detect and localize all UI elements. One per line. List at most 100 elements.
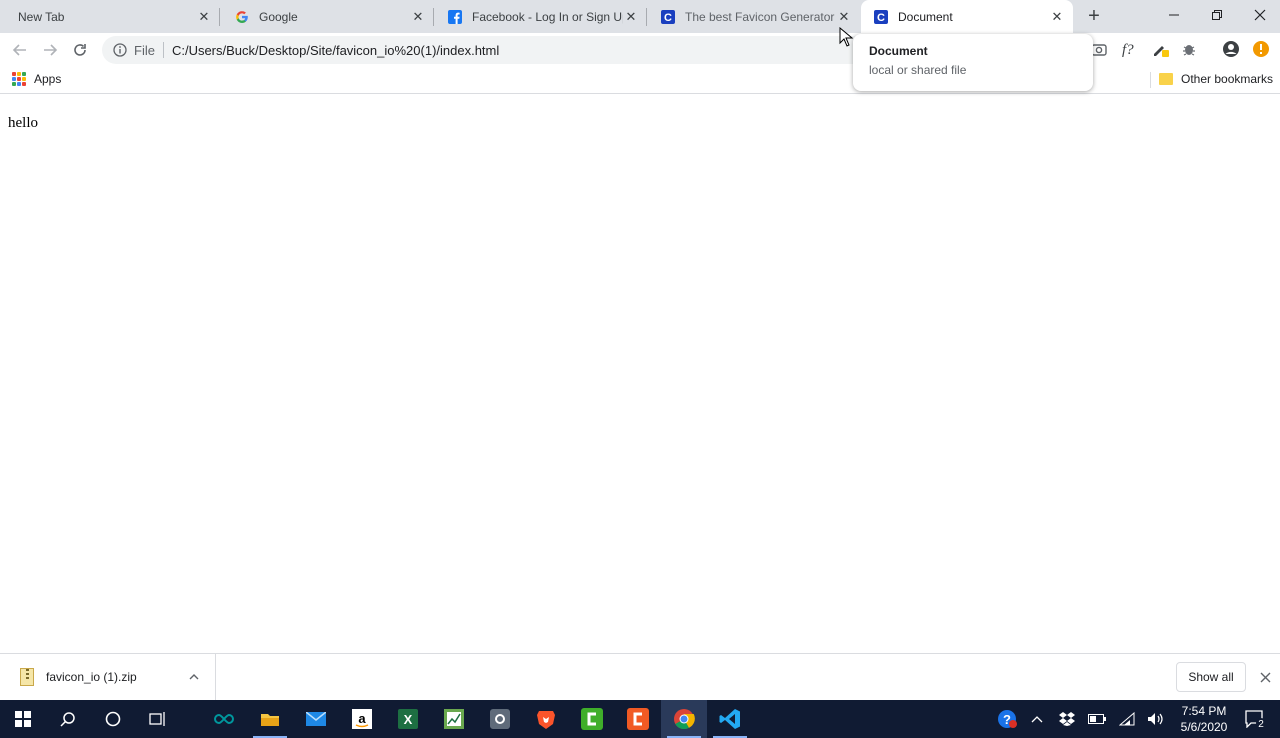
notification-icon: 2	[1245, 710, 1265, 728]
tab-title: Document	[898, 9, 953, 24]
amazon-app[interactable]: a	[339, 700, 385, 738]
zip-file-icon	[20, 668, 34, 686]
chart-icon	[444, 709, 464, 729]
vscode-app[interactable]	[707, 700, 753, 738]
dropbox-icon[interactable]	[1054, 700, 1080, 738]
tab-new-tab[interactable]: New Tab ✕	[0, 0, 220, 33]
folder-icon	[261, 714, 279, 726]
close-icon[interactable]: ✕	[836, 9, 852, 25]
download-item[interactable]: favicon_io (1).zip	[0, 654, 216, 700]
profile-icon[interactable]	[1221, 39, 1241, 59]
mail-icon	[306, 712, 326, 726]
chart-app[interactable]	[431, 700, 477, 738]
camtasia-recorder-app[interactable]	[615, 700, 661, 738]
tab-document[interactable]: C Document ✕	[861, 0, 1073, 33]
facebook-icon	[447, 9, 463, 25]
favicon-c-icon: C	[873, 9, 889, 25]
search-button[interactable]	[45, 700, 91, 738]
tab-title: Facebook - Log In or Sign Up	[472, 9, 623, 24]
brave-lion-icon	[537, 711, 555, 729]
file-explorer-app[interactable]	[247, 700, 293, 738]
battery-icon[interactable]	[1084, 700, 1110, 738]
show-all-button[interactable]: Show all	[1176, 662, 1246, 692]
minimize-icon	[1169, 14, 1179, 16]
other-bookmarks-label: Other bookmarks	[1181, 72, 1274, 86]
back-button[interactable]	[7, 37, 33, 63]
help-tray-icon[interactable]: ?	[993, 700, 1021, 738]
task-view-icon	[149, 712, 165, 726]
chrome-app[interactable]	[661, 700, 707, 738]
chevron-up-icon[interactable]	[1024, 700, 1050, 738]
windows-logo-icon	[15, 711, 31, 727]
minimize-button[interactable]	[1152, 0, 1196, 30]
taskbar: a X ? 7:54 PM 5/6/2020 2	[0, 700, 1280, 738]
other-bookmarks[interactable]: Other bookmarks	[1159, 72, 1273, 86]
forward-button[interactable]	[37, 37, 63, 63]
mail-app[interactable]	[293, 700, 339, 738]
utility-app[interactable]	[477, 700, 523, 738]
forward-arrow-icon	[44, 44, 58, 56]
excel-icon: X	[398, 709, 418, 729]
action-center-button[interactable]: 2	[1240, 700, 1270, 738]
tab-facebook[interactable]: Facebook - Log In or Sign Up ✕	[435, 0, 647, 33]
infinity-icon	[214, 713, 234, 725]
amazon-icon: a	[352, 709, 372, 729]
close-icon[interactable]: ✕	[1049, 9, 1065, 25]
close-shelf-button[interactable]	[1256, 668, 1274, 686]
tab-title: The best Favicon Generator (co	[685, 9, 836, 24]
update-alert-icon[interactable]	[1251, 39, 1271, 59]
volume-icon[interactable]	[1143, 700, 1169, 738]
clock-date: 5/6/2020	[1180, 720, 1228, 734]
excel-app[interactable]: X	[385, 700, 431, 738]
c-orange-icon	[627, 708, 649, 730]
tab-strip: New Tab ✕ Google ✕ Facebook - Log In or …	[0, 0, 1280, 33]
apps-shortcut[interactable]: Apps	[12, 72, 61, 86]
function-extension-icon[interactable]: f?	[1119, 39, 1139, 59]
tab-hover-card: Document local or shared file	[853, 34, 1093, 91]
bug-extension-icon[interactable]	[1179, 39, 1199, 59]
tab-favicon-generator[interactable]: C The best Favicon Generator (co ✕	[648, 0, 860, 33]
back-arrow-icon	[12, 44, 26, 56]
bookmarks-divider	[1150, 72, 1151, 88]
chevron-up-icon[interactable]	[186, 669, 202, 685]
restore-button[interactable]	[1195, 0, 1239, 30]
close-icon	[1254, 9, 1266, 21]
pen-extension-icon[interactable]	[1151, 39, 1171, 59]
clock[interactable]: 7:54 PM 5/6/2020	[1174, 703, 1234, 735]
brave-app[interactable]	[523, 700, 569, 738]
start-button[interactable]	[0, 700, 46, 738]
restore-icon	[1212, 10, 1222, 20]
chrome-icon	[674, 709, 695, 730]
arduino-app[interactable]	[201, 700, 247, 738]
reload-icon	[74, 44, 86, 56]
wifi-icon[interactable]	[1114, 700, 1140, 738]
close-icon[interactable]: ✕	[623, 9, 639, 25]
page-content: hello	[0, 95, 1280, 653]
clock-time: 7:54 PM	[1181, 704, 1227, 718]
tab-title: New Tab	[18, 9, 65, 24]
page-body-text: hello	[8, 115, 38, 131]
tab-google[interactable]: Google ✕	[222, 0, 434, 33]
close-icon[interactable]: ✕	[410, 9, 426, 25]
close-icon	[1260, 672, 1270, 682]
hover-card-title: Document	[869, 44, 928, 58]
mouse-cursor-icon	[839, 27, 853, 47]
hover-card-subtitle: local or shared file	[869, 63, 967, 77]
info-icon[interactable]	[112, 42, 128, 58]
tab-title: Google	[259, 9, 298, 24]
svg-text:f?: f?	[1122, 42, 1134, 58]
new-tab-button[interactable]: +	[1083, 5, 1105, 27]
reload-button[interactable]	[67, 37, 93, 63]
svg-text:C: C	[664, 12, 672, 24]
apps-grid-icon	[12, 72, 26, 86]
download-shelf: favicon_io (1).zip Show all	[0, 653, 1280, 700]
camtasia-app[interactable]	[569, 700, 615, 738]
google-icon	[234, 9, 250, 25]
close-icon[interactable]: ✕	[196, 9, 212, 25]
window-close-button[interactable]	[1238, 0, 1280, 30]
task-view-button[interactable]	[134, 700, 180, 738]
cortana-button[interactable]	[90, 700, 136, 738]
url-text[interactable]: C:/Users/Buck/Desktop/Site/favicon_io%20…	[172, 43, 499, 58]
url-scheme: File	[134, 42, 155, 58]
gear-icon	[490, 709, 510, 729]
